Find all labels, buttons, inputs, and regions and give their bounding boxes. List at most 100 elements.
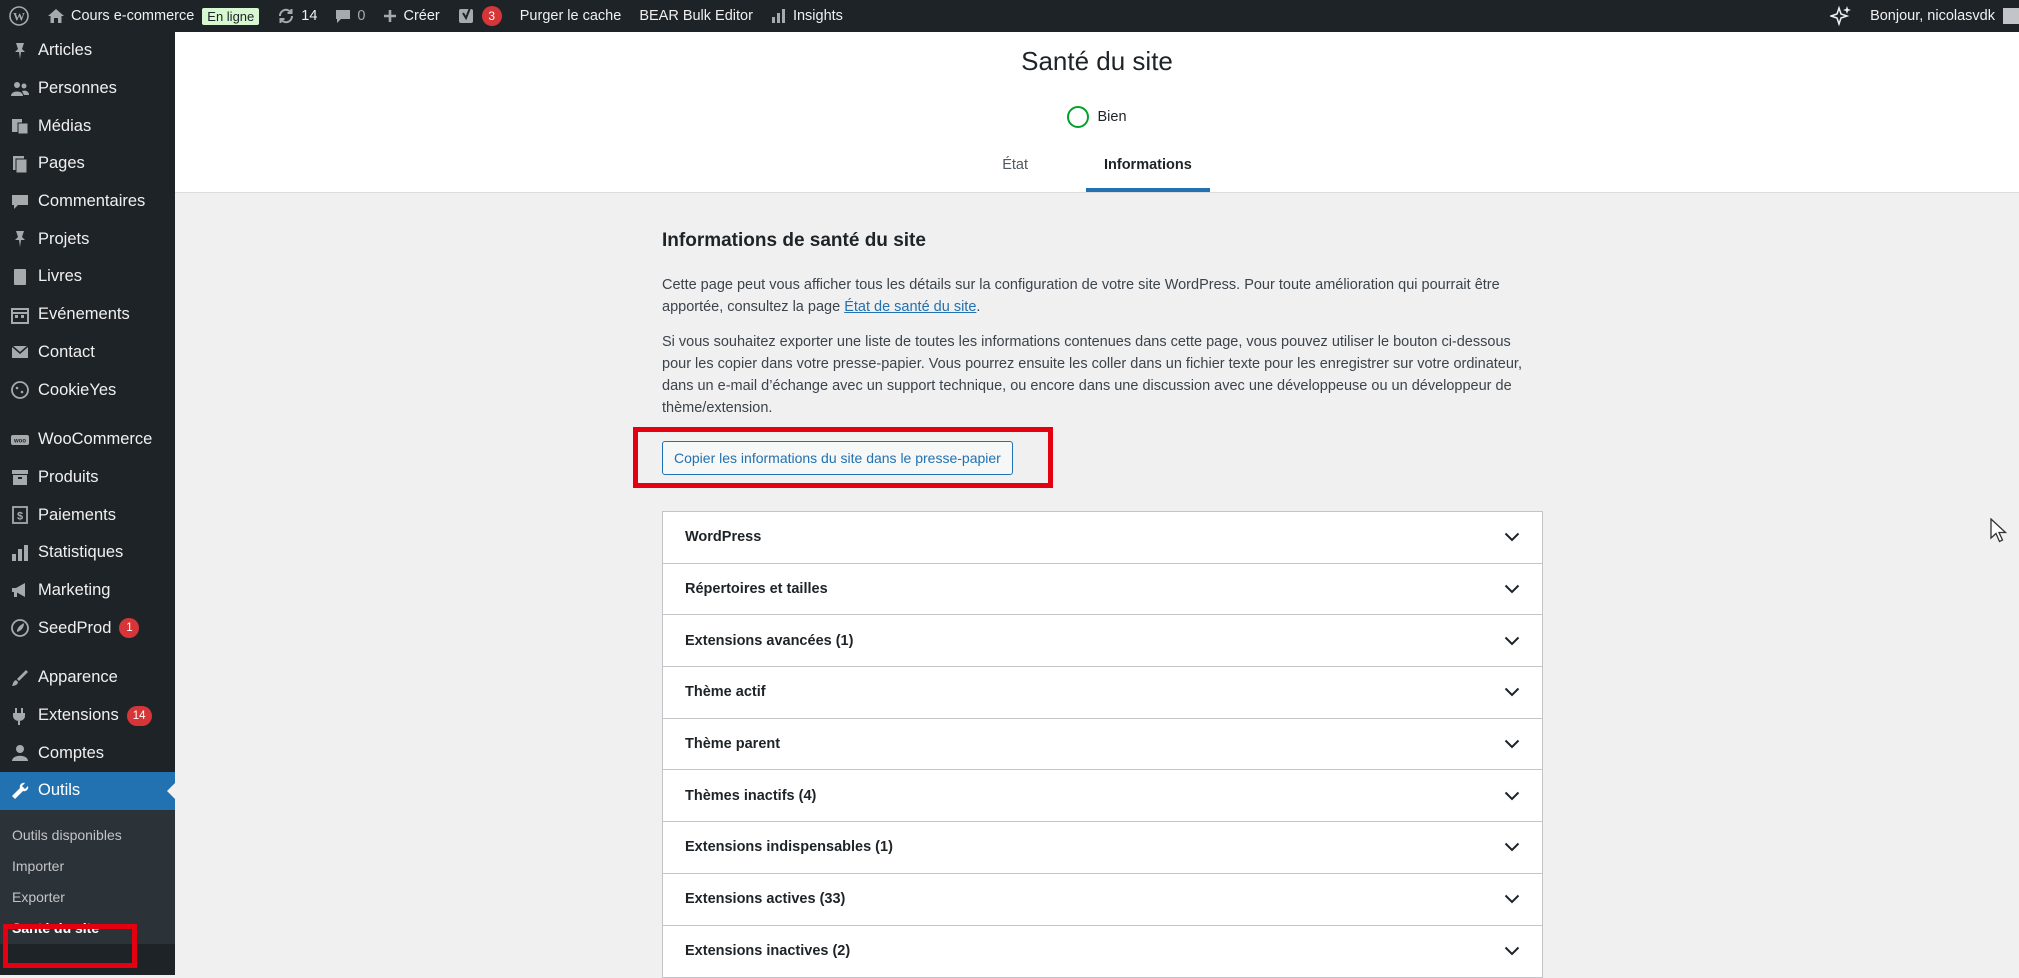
woo-icon: woo [10, 430, 30, 450]
site-health-info-content: Informations de santé du site Cette page… [633, 230, 1542, 488]
ai-assistant-button[interactable] [1821, 0, 1861, 32]
sidebar-item-label: Contact [38, 342, 95, 361]
media-icon [10, 116, 30, 136]
sidebar-item-medias[interactable]: Médias [0, 107, 175, 145]
sparkle-icon [1830, 5, 1852, 27]
yoast-icon [458, 7, 476, 25]
health-status: Bien [175, 106, 2019, 128]
yoast-seo-link[interactable]: 3 [449, 0, 511, 32]
accordion-item[interactable]: Répertoires et tailles [663, 564, 1542, 616]
tab-etat[interactable]: État [984, 138, 1046, 192]
archive-icon [10, 467, 30, 487]
accordion-item-label: WordPress [685, 529, 762, 546]
sidebar-item-label: Médias [38, 116, 92, 135]
sidebar-item-extensions[interactable]: Extensions 14 [0, 697, 175, 735]
create-label: Créer [403, 8, 440, 24]
highlight-box-sidebar [3, 924, 137, 968]
create-new-link[interactable]: Créer [374, 0, 448, 32]
accordion-item-label: Extensions avancées (1) [685, 632, 854, 649]
submenu-item-outils-disponibles[interactable]: Outils disponibles [0, 820, 175, 851]
plugin-icon [10, 706, 30, 726]
wrench-icon [10, 781, 30, 801]
mouse-cursor-icon [1990, 517, 2008, 549]
sidebar-item-paiements[interactable]: $ Paiements [0, 496, 175, 534]
intro-text: Cette page peut vous afficher tous les d… [662, 277, 1500, 315]
sidebar-item-label: Comptes [38, 743, 105, 762]
accordion-item[interactable]: Thèmes inactifs (4) [663, 770, 1542, 823]
wordpress-logo-button[interactable]: W [0, 0, 38, 32]
admin-sidebar: Articles Personnes Médias Pages Commentaires… [0, 32, 175, 975]
my-account-link[interactable]: Bonjour, nicolasvdk [1861, 0, 2019, 32]
pages-icon [10, 154, 30, 174]
sidebar-item-label: Articles [38, 41, 93, 60]
sidebar-item-seedprod[interactable]: SeedProd 1 [0, 609, 175, 647]
sidebar-item-personnes[interactable]: Personnes [0, 70, 175, 108]
status-label: Bien [1097, 109, 1127, 125]
admin-bar: W Cours e-commerce En ligne 14 0 Créer 3… [0, 0, 2019, 32]
updates-link[interactable]: 14 [268, 0, 326, 32]
site-name-link[interactable]: Cours e-commerce En ligne [38, 0, 268, 32]
sidebar-item-label: WooCommerce [38, 430, 153, 449]
chevron-down-icon [1502, 682, 1522, 702]
pin-icon [10, 229, 30, 249]
accordion-item[interactable]: Thème parent [663, 719, 1542, 771]
accordion-item[interactable]: Extensions indispensables (1) [663, 822, 1542, 874]
sidebar-item-commentaires[interactable]: Commentaires [0, 183, 175, 221]
greeting: Bonjour, nicolasvdk [1870, 8, 1995, 24]
sidebar-item-cookieyes[interactable]: CookieYes [0, 371, 175, 409]
accordion-item[interactable]: Extensions inactives (2) [663, 926, 1542, 978]
comments-count: 0 [357, 8, 366, 24]
purge-cache-link[interactable]: Purger le cache [511, 0, 631, 32]
sidebar-item-articles[interactable]: Articles [0, 32, 175, 70]
tab-informations[interactable]: Informations [1085, 138, 1210, 192]
sidebar-item-projets[interactable]: Projets [0, 220, 175, 258]
insights-link[interactable]: Insights [762, 0, 852, 32]
sidebar-item-label: Pages [38, 154, 85, 173]
accordion-item-label: Extensions actives (33) [685, 891, 846, 908]
accordion-item[interactable]: Thème actif [663, 667, 1542, 719]
site-health-status-link[interactable]: État de santé du site [844, 299, 976, 315]
sidebar-item-label: CookieYes [38, 380, 117, 399]
intro-end: . [976, 299, 981, 315]
accordion-item[interactable]: Extensions actives (33) [663, 874, 1542, 926]
sidebar-item-comptes[interactable]: Comptes [0, 734, 175, 772]
yoast-count-badge: 3 [481, 6, 502, 26]
export-paragraph: Si vous souhaitez exporter une liste de … [662, 334, 1522, 416]
submenu-item-exporter[interactable]: Exporter [0, 882, 175, 913]
accordion-item[interactable]: Extensions avancées (1) [663, 615, 1542, 668]
sidebar-item-woocommerce[interactable]: woo WooCommerce [0, 421, 175, 459]
accordion-item-label: Thèmes inactifs (4) [685, 787, 817, 804]
page-title: Santé du site [1021, 46, 1173, 76]
bear-bulk-editor-link[interactable]: BEAR Bulk Editor [630, 0, 762, 32]
sidebar-item-label: Outils [38, 781, 81, 800]
chevron-down-icon [1502, 889, 1522, 909]
sidebar-item-contact[interactable]: Contact [0, 334, 175, 372]
sidebar-item-label: Livres [38, 267, 83, 286]
sidebar-item-pages[interactable]: Pages [0, 145, 175, 183]
comment-icon [10, 192, 30, 212]
avatar [2003, 8, 2019, 24]
sidebar-item-livres[interactable]: Livres [0, 258, 175, 296]
svg-text:$: $ [17, 511, 23, 523]
home-icon [47, 8, 65, 24]
comments-link[interactable]: 0 [326, 0, 374, 32]
submenu-item-importer[interactable]: Importer [0, 851, 175, 882]
accordion-item[interactable]: WordPress [663, 512, 1542, 564]
insights-label: Insights [792, 8, 843, 24]
sidebar-item-label: Personnes [38, 79, 117, 98]
chevron-down-icon [1502, 837, 1522, 857]
accordion-item-label: Extensions indispensables (1) [685, 839, 893, 856]
pin-icon [10, 41, 30, 61]
sidebar-item-apparence[interactable]: Apparence [0, 659, 175, 697]
chevron-down-icon [1502, 527, 1522, 547]
sidebar-item-produits[interactable]: Produits [0, 459, 175, 497]
updates-count: 14 [301, 8, 318, 24]
user-icon [10, 743, 30, 763]
sidebar-item-marketing[interactable]: Marketing [0, 572, 175, 610]
comment-bubble-icon [335, 8, 351, 24]
sidebar-item-statistiques[interactable]: Statistiques [0, 534, 175, 572]
sidebar-item-label: Marketing [38, 580, 111, 599]
sidebar-item-evenements[interactable]: Evénements [0, 296, 175, 334]
sidebar-item-outils[interactable]: Outils [0, 772, 175, 810]
book-icon [10, 267, 30, 287]
